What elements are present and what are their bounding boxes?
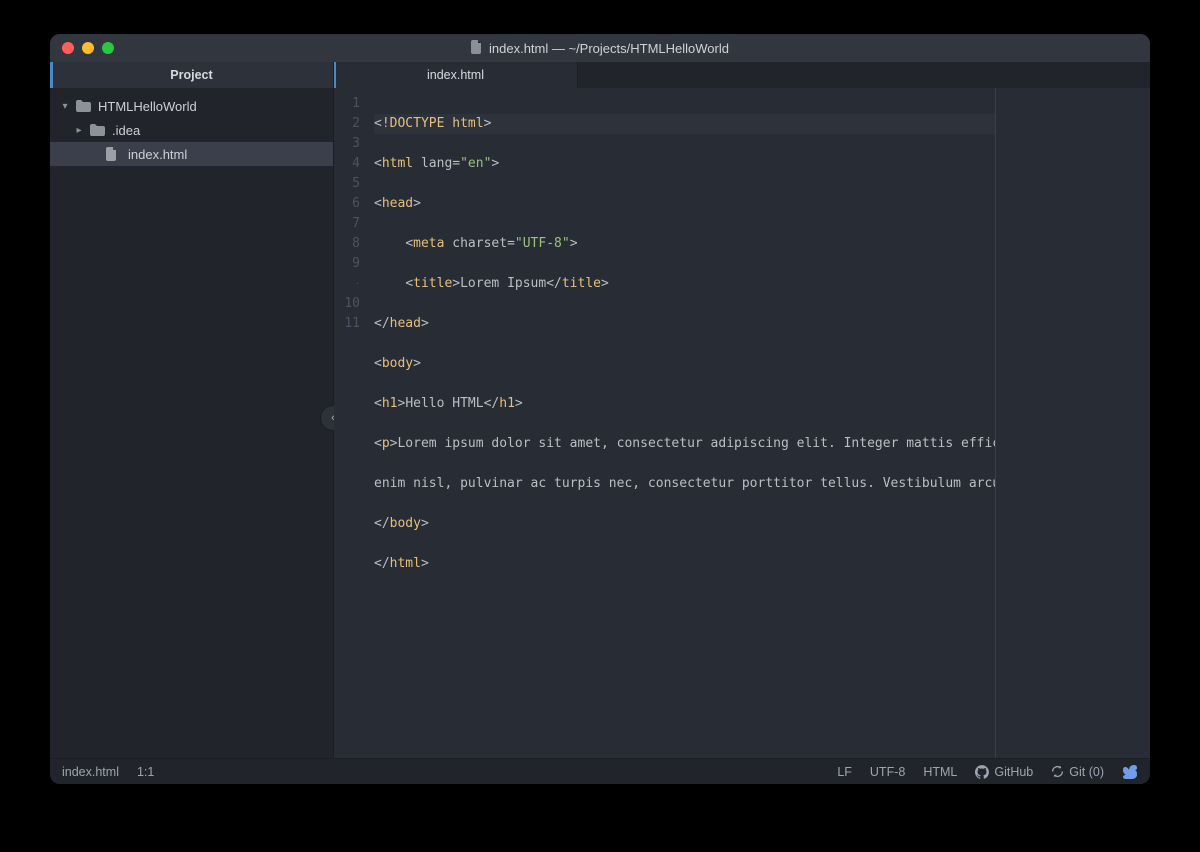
code-line: </body>	[374, 514, 995, 534]
code-line: <html lang="en">	[374, 154, 995, 174]
status-git[interactable]: Git (0)	[1051, 765, 1104, 779]
editor-area[interactable]: 1 2 3 4 5 6 7 8 9 · 10 11 <!DOCTYPE html…	[334, 88, 1150, 758]
gutter-line[interactable]: 3	[334, 134, 360, 154]
status-line-separator[interactable]: LF	[837, 765, 852, 779]
editor-tabs: index.html	[334, 62, 1150, 88]
window-title-text: index.html — ~/Projects/HTMLHelloWorld	[489, 41, 729, 56]
code-line: <head>	[374, 194, 995, 214]
code-line: <body>	[374, 354, 995, 374]
gutter-line[interactable]: 10	[334, 294, 360, 314]
code-line: <!DOCTYPE html>	[374, 114, 995, 134]
tab-label: index.html	[427, 68, 484, 82]
maximize-window-button[interactable]	[102, 42, 114, 54]
gutter-line[interactable]: 9	[334, 254, 360, 274]
gutter-line[interactable]: 5	[334, 174, 360, 194]
close-window-button[interactable]	[62, 42, 74, 54]
folder-icon	[76, 100, 92, 112]
gutter-line[interactable]: 1	[334, 94, 360, 114]
code-line: <meta charset="UTF-8">	[374, 234, 995, 254]
gutter-line[interactable]: ·	[334, 274, 360, 294]
minimize-window-button[interactable]	[82, 42, 94, 54]
chevron-right-icon[interactable]: ▸	[74, 125, 84, 136]
editor-gutter[interactable]: 1 2 3 4 5 6 7 8 9 · 10 11	[334, 88, 366, 758]
github-icon	[975, 765, 989, 779]
tree-node-root[interactable]: ▾ HTMLHelloWorld	[50, 94, 333, 118]
status-github[interactable]: GitHub	[975, 765, 1033, 779]
gutter-line[interactable]: 8	[334, 234, 360, 254]
project-sidebar: Project ▾ HTMLHelloWorld ▸ .idea	[50, 62, 334, 758]
tab-strip[interactable]	[578, 62, 1150, 88]
gutter-line[interactable]: 6	[334, 194, 360, 214]
titlebar[interactable]: index.html — ~/Projects/HTMLHelloWorld	[50, 34, 1150, 62]
code-line: <h1>Hello HTML</h1>	[374, 394, 995, 414]
status-caret-position[interactable]: 1:1	[137, 765, 154, 779]
ide-body: Project ▾ HTMLHelloWorld ▸ .idea	[50, 62, 1150, 758]
tree-node-label: HTMLHelloWorld	[98, 99, 197, 114]
status-github-label: GitHub	[994, 765, 1033, 779]
file-icon	[106, 147, 122, 161]
code-line: enim nisl, pulvinar ac turpis nec, conse…	[374, 474, 995, 494]
folder-icon	[90, 124, 106, 136]
file-icon	[471, 40, 483, 57]
code-editor[interactable]: <!DOCTYPE html> <html lang="en"> <head> …	[366, 88, 996, 758]
status-git-label: Git (0)	[1069, 765, 1104, 779]
code-line: <p>Lorem ipsum dolor sit amet, consectet…	[374, 434, 995, 454]
status-file[interactable]: index.html	[62, 765, 119, 779]
status-bar: index.html 1:1 LF UTF-8 HTML GitHub Git …	[50, 758, 1150, 784]
chevron-down-icon[interactable]: ▾	[60, 101, 70, 112]
code-line: </head>	[374, 314, 995, 334]
editor-pane: index.html 1 2 3 4 5 6 7 8 9 · 10 11	[334, 62, 1150, 758]
sync-icon	[1051, 765, 1064, 778]
status-encoding[interactable]: UTF-8	[870, 765, 905, 779]
status-left: index.html 1:1	[62, 765, 154, 779]
window-controls	[62, 42, 114, 54]
ide-window: index.html — ~/Projects/HTMLHelloWorld P…	[50, 34, 1150, 784]
gutter-line[interactable]: 11	[334, 314, 360, 334]
code-line: </html>	[374, 554, 995, 574]
tab-index-html[interactable]: index.html	[334, 62, 578, 88]
editor-right-margin	[996, 88, 1150, 758]
status-language[interactable]: HTML	[923, 765, 957, 779]
tree-node-index-html[interactable]: index.html	[50, 142, 333, 166]
squirrel-icon[interactable]	[1122, 764, 1138, 780]
tree-node-label: index.html	[128, 147, 187, 162]
window-title: index.html — ~/Projects/HTMLHelloWorld	[50, 40, 1150, 57]
project-tool-label: Project	[170, 68, 212, 82]
project-tool-header[interactable]: Project	[50, 62, 333, 88]
project-tree: ▾ HTMLHelloWorld ▸ .idea	[50, 88, 333, 166]
gutter-line[interactable]: 4	[334, 154, 360, 174]
status-right: LF UTF-8 HTML GitHub Git (0)	[837, 764, 1138, 780]
gutter-line[interactable]: 2	[334, 114, 360, 134]
gutter-line[interactable]: 7	[334, 214, 360, 234]
code-line: <title>Lorem Ipsum</title>	[374, 274, 995, 294]
tree-node-label: .idea	[112, 123, 140, 138]
tree-node-idea[interactable]: ▸ .idea	[50, 118, 333, 142]
